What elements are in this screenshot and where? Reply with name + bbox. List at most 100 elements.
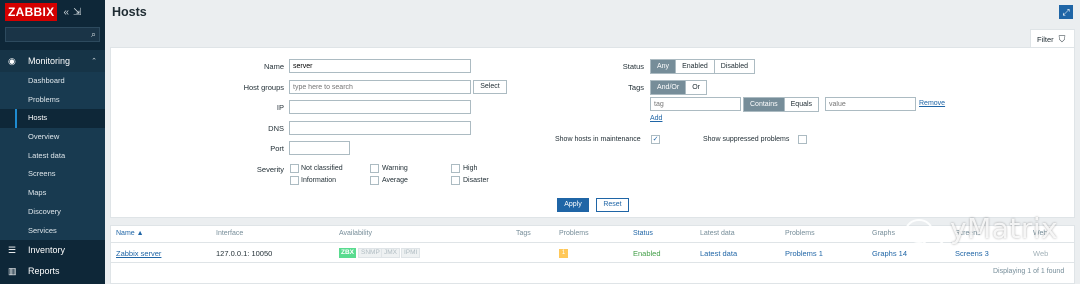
sidebar-header: ZABBIX « ⇲ (0, 0, 105, 24)
monitoring-submenu: Dashboard Problems Hosts Overview Latest… (0, 72, 105, 241)
tag-name-input[interactable] (650, 97, 741, 111)
bar-chart-icon: ▥ (8, 265, 17, 276)
filter-tab[interactable]: Filter ⛉ (1030, 29, 1075, 48)
col-problems2-header: Problems (785, 230, 815, 237)
col-name-header[interactable]: Name ▲ (116, 230, 144, 237)
host-status[interactable]: Enabled (633, 249, 661, 258)
search-icon[interactable]: ⌕ (91, 29, 96, 40)
port-input[interactable] (289, 141, 350, 155)
status-disabled-option[interactable]: Disabled (714, 60, 755, 73)
latest-data-link[interactable]: Latest data (700, 249, 737, 258)
severity-disaster-label: Disaster (463, 177, 489, 184)
list-icon: ☰ (8, 244, 17, 255)
severity-warning-checkbox[interactable] (370, 164, 379, 173)
select-host-groups-button[interactable]: Select (473, 80, 507, 94)
menu-reports-label: Reports (28, 266, 60, 277)
sidebar-search-input[interactable]: ⌕ (5, 27, 100, 42)
col-latest-data-header: Latest data (700, 230, 735, 237)
wechat-watermark-icon (905, 219, 945, 247)
host-groups-input[interactable] (289, 80, 471, 94)
host-interface: 127.0.0.1: 10050 (216, 249, 273, 258)
col-graphs-header: Graphs (872, 230, 895, 237)
submenu-latest-data[interactable]: Latest data (0, 147, 105, 166)
severity-warning-label: Warning (382, 165, 408, 172)
menu-reports[interactable]: ▥ Reports (0, 260, 105, 282)
ip-input[interactable] (289, 100, 471, 114)
funnel-icon: ⛉ (1058, 33, 1066, 44)
severity-high-checkbox[interactable] (451, 164, 460, 173)
chevron-up-icon: ⌃ (91, 58, 97, 65)
tag-value-input[interactable] (825, 97, 916, 111)
submenu-problems[interactable]: Problems (0, 91, 105, 110)
menu-inventory[interactable]: ☰ Inventory (0, 240, 105, 260)
col-availability-header: Availability (339, 230, 372, 237)
menu-monitoring[interactable]: ◉ Monitoring ⌃ (0, 50, 105, 72)
submenu-dashboard[interactable]: Dashboard (0, 72, 105, 91)
suppressed-checkbox[interactable] (798, 135, 807, 144)
kiosk-mode-icon[interactable]: ⇲ (73, 7, 81, 18)
submenu-hosts[interactable]: Hosts (0, 109, 105, 129)
submenu-overview[interactable]: Overview (0, 128, 105, 147)
reset-button[interactable]: Reset (596, 198, 629, 212)
ipmi-availability-badge: IPMI (401, 248, 421, 258)
collapse-sidebar-icon[interactable]: « (63, 7, 69, 18)
host-name-link[interactable]: Zabbix server (116, 249, 161, 258)
status-any-option[interactable]: Any (651, 60, 677, 73)
fullscreen-icon[interactable]: ⤢ (1059, 5, 1073, 19)
status-segmented-control: Any Enabled Disabled (650, 59, 756, 74)
tag-op-contains-option[interactable]: Contains (744, 98, 785, 111)
screens-link[interactable]: Screens 3 (955, 249, 989, 258)
suppressed-label: Show suppressed problems (703, 136, 790, 143)
severity-not-classified-checkbox[interactable] (290, 164, 299, 173)
tag-op-equals-option[interactable]: Equals (784, 98, 819, 111)
name-input[interactable] (289, 59, 471, 73)
problems-link[interactable]: Problems 1 (785, 249, 823, 258)
menu-inventory-label: Inventory (28, 245, 66, 256)
severity-information-label: Information (301, 177, 337, 184)
pagination-summary: Displaying 1 of 1 found (993, 268, 1065, 275)
col-status-header[interactable]: Status (633, 230, 653, 237)
dns-input[interactable] (289, 121, 471, 135)
status-enabled-option[interactable]: Enabled (676, 60, 715, 73)
zbx-availability-badge: ZBX (339, 248, 356, 258)
problems-count-badge[interactable]: 1 (559, 249, 568, 258)
row-divider (111, 262, 1074, 263)
maintenance-label: Show hosts in maintenance (555, 136, 641, 143)
web-link[interactable]: Web (1033, 249, 1048, 258)
menu-monitoring-label: Monitoring (28, 56, 71, 66)
submenu-maps[interactable]: Maps (0, 184, 105, 203)
zabbix-logo[interactable]: ZABBIX (5, 3, 58, 21)
submenu-services[interactable]: Services (0, 222, 105, 241)
severity-not-classified-label: Not classified (301, 165, 343, 172)
status-label: Status (622, 62, 644, 71)
dns-label: DNS (268, 124, 284, 133)
severity-average-checkbox[interactable] (370, 176, 379, 185)
snmp-availability-badge: SNMP (358, 248, 383, 258)
submenu-screens[interactable]: Screens (0, 165, 105, 184)
sidebar: ZABBIX « ⇲ ⌕ ◉ Monitoring ⌃ Dashboard Pr… (0, 0, 105, 284)
col-interface-header: Interface (216, 230, 244, 237)
col-tags-header: Tags (516, 230, 531, 237)
name-label: Name (263, 62, 284, 71)
maintenance-checkbox[interactable]: ✓ (651, 135, 660, 144)
tags-or-option[interactable]: Or (686, 81, 706, 94)
severity-disaster-checkbox[interactable] (451, 176, 460, 185)
severity-average-label: Average (382, 177, 408, 184)
tags-label: Tags (628, 83, 644, 92)
add-tag-link[interactable]: Add (650, 115, 662, 122)
tags-and-or-option[interactable]: And/Or (651, 81, 687, 94)
submenu-discovery[interactable]: Discovery (0, 203, 105, 222)
graphs-link[interactable]: Graphs 14 (872, 249, 907, 258)
col-problems-header: Problems (559, 230, 589, 237)
port-label: Port (270, 144, 284, 153)
severity-high-label: High (463, 165, 478, 172)
jmx-availability-badge: JMX (381, 248, 400, 258)
apply-button[interactable]: Apply (557, 198, 589, 212)
page-title: Hosts (112, 5, 147, 19)
tag-operator-control: Contains Equals (743, 97, 820, 112)
severity-label: Severity (256, 165, 284, 174)
filter-tab-label: Filter (1037, 34, 1054, 44)
severity-information-checkbox[interactable] (290, 176, 299, 185)
remove-tag-link[interactable]: Remove (919, 100, 945, 107)
tags-logic-control: And/Or Or (650, 80, 707, 95)
